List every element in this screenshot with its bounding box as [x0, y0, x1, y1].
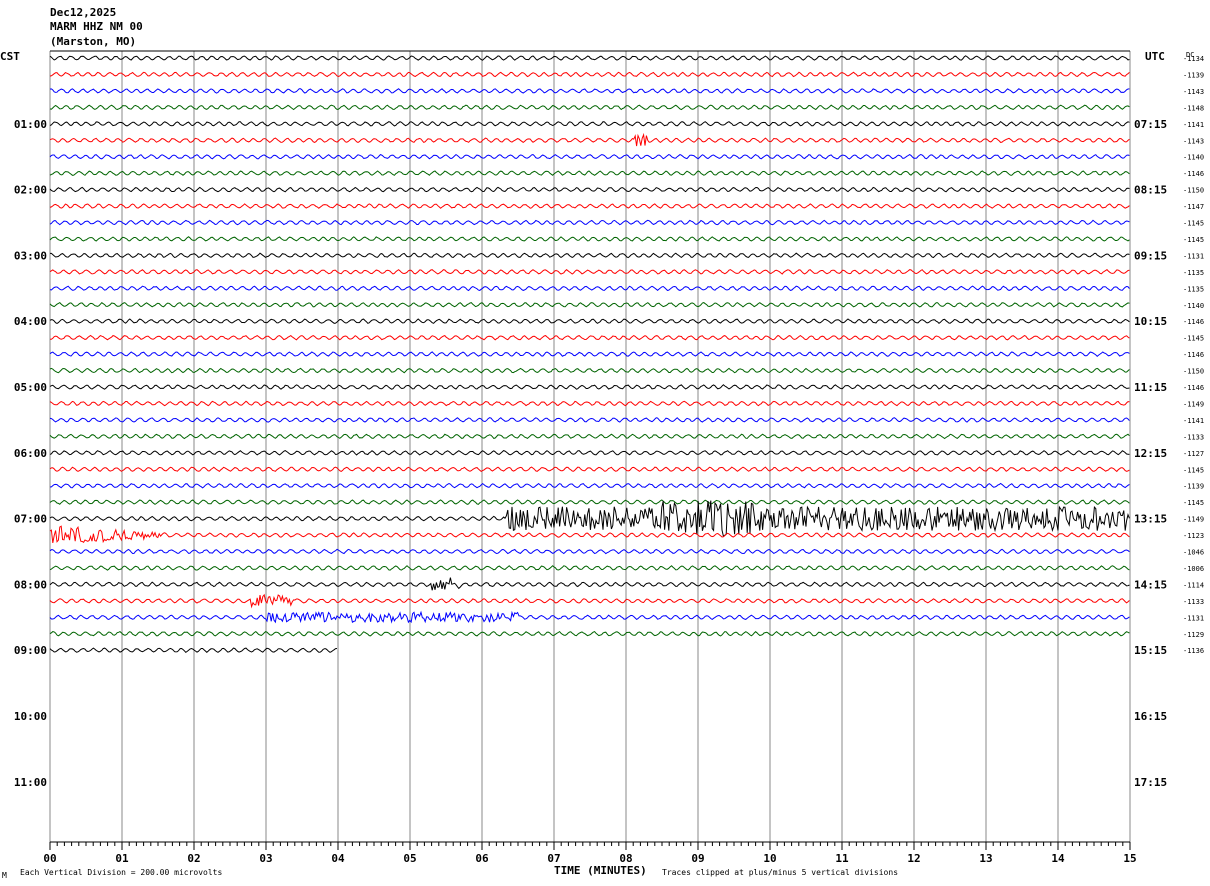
dc-offset-label: -1140: [1183, 302, 1204, 310]
cst-hour-label: 05:00: [14, 381, 47, 394]
dc-offset-label: -1123: [1183, 532, 1204, 540]
x-tick-label: 05: [403, 852, 416, 865]
dc-offset-label: -1127: [1183, 450, 1204, 458]
dc-offset-label: -1114: [1183, 581, 1204, 589]
utc-hour-label: 16:15: [1134, 710, 1167, 723]
dc-offset-label: -1147: [1183, 203, 1204, 211]
cst-hour-label: 01:00: [14, 118, 47, 131]
dc-offset-label: -1046: [1183, 549, 1204, 557]
x-tick-label: 06: [475, 852, 489, 865]
x-tick-label: 01: [115, 852, 129, 865]
dc-offset-label: -1141: [1183, 121, 1204, 129]
cst-hour-label: 11:00: [14, 776, 47, 789]
dc-offset-label: -1149: [1183, 516, 1204, 524]
cst-hour-label: 03:00: [14, 249, 47, 262]
clip-note: Traces clipped at plus/minus 5 vertical …: [662, 868, 898, 877]
dc-offset-label: -1145: [1183, 220, 1204, 228]
dc-offset-label: -1135: [1183, 269, 1204, 277]
dc-offset-label: -1129: [1183, 631, 1204, 639]
x-tick-label: 00: [43, 852, 56, 865]
dc-offset-label: -1131: [1183, 252, 1204, 260]
x-tick-label: 03: [259, 852, 272, 865]
dc-offset-label: -1150: [1183, 187, 1204, 195]
scale-note: Each Vertical Division = 200.00 microvol…: [20, 868, 222, 877]
dc-offset-label: -1145: [1183, 499, 1204, 507]
dc-offset-label: -1145: [1183, 335, 1204, 343]
x-axis-title: TIME (MINUTES): [554, 864, 647, 877]
cst-hour-label: 02:00: [14, 184, 47, 197]
dc-offset-label: -1136: [1183, 647, 1204, 655]
cst-hour-label: 10:00: [14, 710, 47, 723]
cst-hour-label: 04:00: [14, 315, 47, 328]
x-tick-label: 04: [331, 852, 345, 865]
utc-hour-label: 11:15: [1134, 381, 1167, 394]
dc-offset-label: -1131: [1183, 614, 1204, 622]
x-tick-label: 12: [907, 852, 920, 865]
dc-offset-label: -1146: [1183, 384, 1204, 392]
utc-hour-label: 13:15: [1134, 513, 1167, 526]
dc-offset-label: -1143: [1183, 137, 1204, 145]
utc-hour-label: 14:15: [1134, 578, 1167, 591]
dc-offset-label: -1135: [1183, 285, 1204, 293]
dc-offset-label: -1141: [1183, 417, 1204, 425]
dc-offset-label: -1146: [1183, 170, 1204, 178]
utc-hour-label: 12:15: [1134, 447, 1167, 460]
utc-hour-label: 09:15: [1134, 249, 1167, 262]
utc-hour-label: 10:15: [1134, 315, 1167, 328]
x-tick-label: 09: [691, 852, 704, 865]
x-tick-label: 14: [1051, 852, 1065, 865]
dc-offset-label: -1133: [1183, 598, 1204, 606]
header-station: MARM HHZ NM 00: [50, 20, 143, 33]
helicorder-plot: Dec12,2025 MARM HHZ NM 00 (Marston, MO) …: [0, 0, 1210, 886]
x-tick-label: 13: [979, 852, 992, 865]
dc-offset-label: -1150: [1183, 368, 1204, 376]
cst-hour-label: 07:00: [14, 513, 47, 526]
dc-offset-label: -1133: [1183, 433, 1204, 441]
dc-offset-label: -1139: [1183, 71, 1204, 79]
x-tick-label: 02: [187, 852, 200, 865]
cst-hour-label: 06:00: [14, 447, 47, 460]
header-date: Dec12,2025: [50, 6, 116, 19]
dc-offset-label: -1006: [1183, 565, 1204, 573]
dc-offset-label: -1146: [1183, 318, 1204, 326]
cst-hour-label: 08:00: [14, 578, 47, 591]
x-tick-label: 11: [835, 852, 849, 865]
dc-offset-label: -1143: [1183, 88, 1204, 96]
utc-hour-label: 17:15: [1134, 776, 1167, 789]
x-tick-label: 10: [763, 852, 776, 865]
dc-offset-label: -1139: [1183, 483, 1204, 491]
corner-mark: M: [2, 871, 7, 880]
dc-offset-label: -1140: [1183, 154, 1204, 162]
dc-offset-label: -1146: [1183, 351, 1204, 359]
left-zone-label: CST: [0, 50, 20, 63]
utc-hour-label: 15:15: [1134, 644, 1167, 657]
x-tick-label: 15: [1123, 852, 1136, 865]
dc-offset-label: -1145: [1183, 236, 1204, 244]
dc-offset-label: -1149: [1183, 400, 1204, 408]
right-zone-label: UTC: [1145, 50, 1165, 63]
dc-offset-labels: -1134 -1139 -1143 -1148 -1141 -1143 -1140 -1146…: [1183, 55, 1204, 655]
cst-hour-label: 09:00: [14, 644, 47, 657]
dc-offset-label: -1145: [1183, 466, 1204, 474]
header-location: (Marston, MO): [50, 35, 136, 48]
utc-hour-label: 07:15: [1134, 118, 1167, 131]
utc-hour-label: 08:15: [1134, 184, 1167, 197]
dc-offset-label: -1134: [1183, 55, 1204, 63]
dc-offset-label: -1148: [1183, 104, 1204, 112]
